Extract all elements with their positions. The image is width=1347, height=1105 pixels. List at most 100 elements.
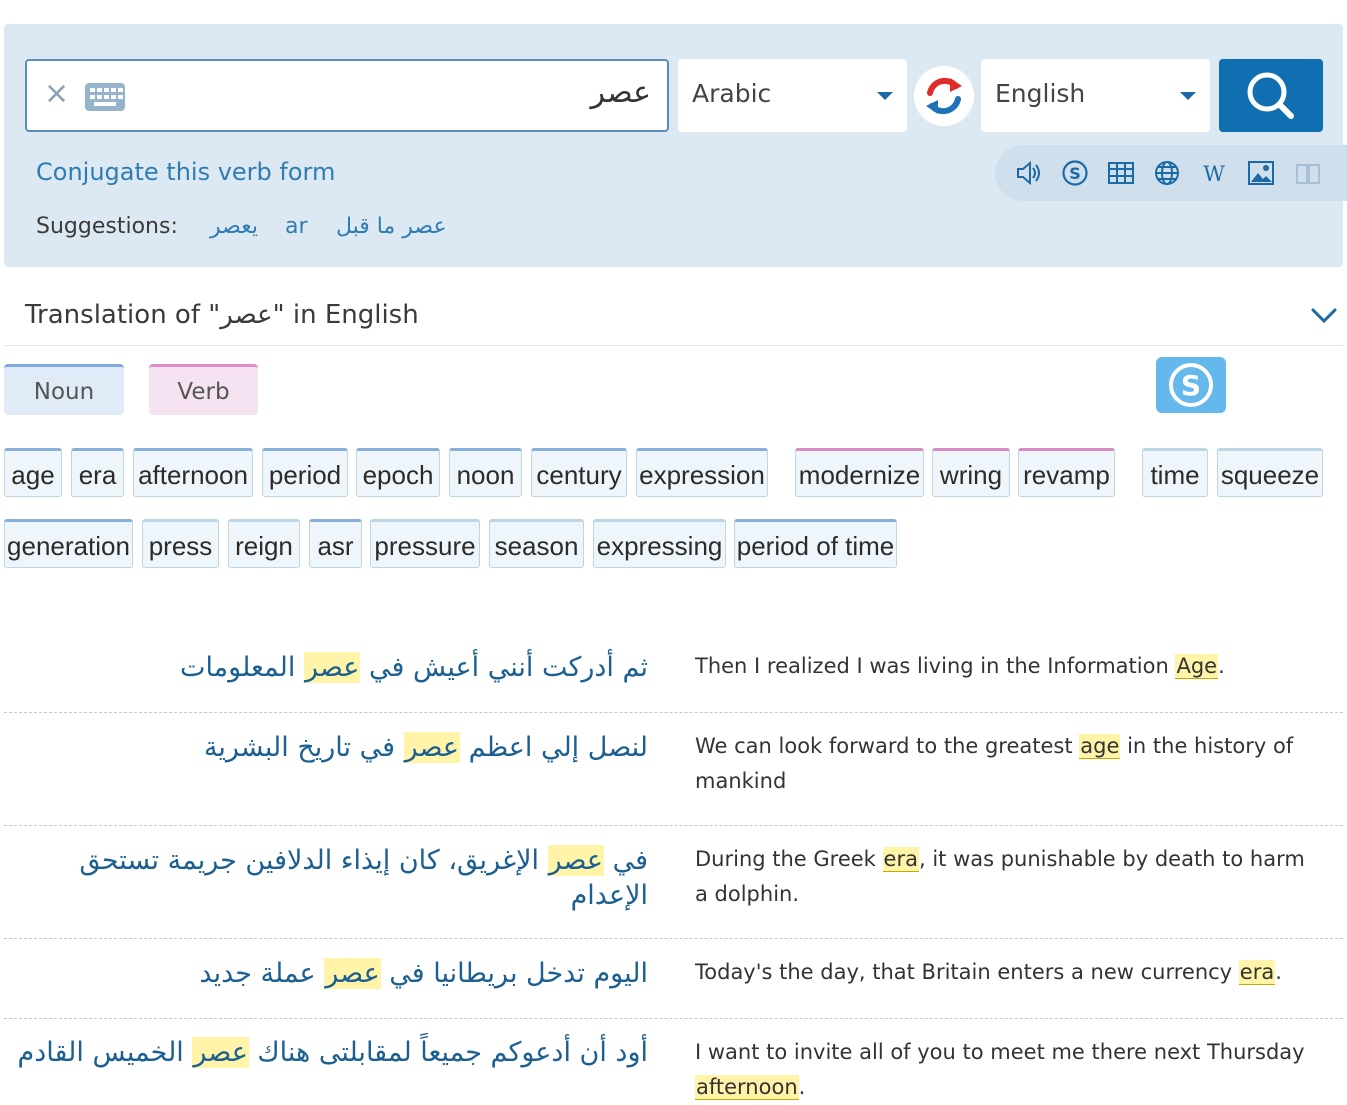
synonyms-button[interactable]: S xyxy=(1156,357,1226,413)
svg-text:S: S xyxy=(1069,164,1081,183)
example-source: ثم أدركت أنني أعيش في عصر المعلومات xyxy=(8,650,648,685)
example-target: Then I realized I was living in the Info… xyxy=(695,649,1320,684)
example-source-text: في تاريخ البشرية xyxy=(203,732,404,763)
translation-chip[interactable]: age xyxy=(4,448,62,497)
swap-icon xyxy=(926,77,962,115)
keyboard-icon[interactable] xyxy=(85,83,125,111)
example-source-text: في xyxy=(604,845,648,876)
translation-chip[interactable]: time xyxy=(1142,448,1208,497)
example-source: في عصر الإغريق، كان إيذاء الدلافين جريمة… xyxy=(8,843,648,913)
suggestion-link[interactable]: عصر ما قبل xyxy=(336,214,447,239)
example-target: During the Greek era, it was punishable … xyxy=(695,842,1320,912)
example-target: We can look forward to the greatest age … xyxy=(695,729,1320,799)
synonyms-icon[interactable]: S xyxy=(1061,159,1089,187)
example-target-text: Then I realized I was living in the Info… xyxy=(695,654,1176,678)
example-source: لنصل إلي اعظم عصر في تاريخ البشرية xyxy=(8,730,648,765)
globe-icon[interactable] xyxy=(1153,159,1181,187)
collapse-chevron-icon[interactable] xyxy=(1310,305,1338,325)
example-target: Today's the day, that Britain enters a n… xyxy=(695,955,1320,990)
example-source-text: لنصل إلي اعظم xyxy=(460,732,648,763)
translation-chip[interactable]: squeeze xyxy=(1217,448,1323,497)
speaker-icon[interactable] xyxy=(1014,159,1042,187)
image-icon[interactable] xyxy=(1247,159,1275,187)
translation-chip[interactable]: century xyxy=(531,448,627,497)
book-icon[interactable] xyxy=(1294,159,1322,187)
svg-text:W: W xyxy=(1203,162,1225,186)
example-target-text: . xyxy=(1218,654,1225,678)
translation-heading-word: عصر xyxy=(220,300,273,330)
example-source-text: عملة جديد xyxy=(199,958,325,989)
search-button[interactable] xyxy=(1219,59,1323,132)
example-source-highlight: عصر xyxy=(324,958,381,989)
translation-chip[interactable]: asr xyxy=(309,519,362,568)
dictionary-toolbar: S W xyxy=(995,145,1347,201)
chevron-down-icon xyxy=(1180,92,1196,100)
translation-chip[interactable]: pressure xyxy=(370,519,480,568)
translation-heading-suffix: " in English xyxy=(272,300,419,330)
pos-tab-verb[interactable]: Verb xyxy=(149,364,258,415)
source-language-select[interactable]: Arabic xyxy=(678,59,907,132)
svg-text:S: S xyxy=(1181,369,1201,402)
example-source-text: ثم أدركت أنني أعيش في xyxy=(360,652,648,683)
translation-chip[interactable]: expression xyxy=(636,448,768,497)
wikipedia-icon[interactable]: W xyxy=(1200,159,1228,187)
pos-tab-noun[interactable]: Noun xyxy=(4,364,124,415)
example-source-highlight: عصر xyxy=(192,1037,249,1068)
example-target-highlight: Age xyxy=(1175,654,1219,679)
divider xyxy=(4,345,1343,346)
example-target-text: During the Greek xyxy=(695,847,883,871)
example-target-text: Today's the day, that Britain enters a n… xyxy=(695,960,1239,984)
translation-chip[interactable]: press xyxy=(142,519,219,568)
example-source-highlight: عصر xyxy=(403,732,461,763)
example-source-text: الخميس القادم xyxy=(17,1037,193,1068)
swap-languages-button[interactable] xyxy=(914,66,974,126)
translation-heading-prefix: Translation of " xyxy=(25,300,221,330)
example-target-text: . xyxy=(798,1075,806,1099)
example-source-highlight: عصر xyxy=(303,652,361,683)
translation-heading: Translation of "عصر" in English xyxy=(25,300,419,330)
translation-chip-verb[interactable]: revamp xyxy=(1018,448,1115,497)
suggestions: Suggestions: يعصر ar عصر ما قبل xyxy=(36,214,447,239)
suggestions-label: Suggestions: xyxy=(36,214,178,239)
synonyms-icon: S xyxy=(1169,363,1213,407)
source-language-label: Arabic xyxy=(692,79,772,108)
clear-icon[interactable]: × xyxy=(44,79,69,109)
example-target-text: . xyxy=(1275,960,1282,984)
example-target-highlight: era xyxy=(1238,960,1276,985)
example-row: في عصر الإغريق، كان إيذاء الدلافين جريمة… xyxy=(4,826,1343,939)
search-icon xyxy=(1247,72,1294,119)
example-target-highlight: era xyxy=(882,847,919,872)
translation-chip[interactable]: reign xyxy=(228,519,300,568)
example-source-text: أود أن أدعوكم جميعاً لمقابلتى هناك xyxy=(248,1037,648,1068)
example-row: أود أن أدعوكم جميعاً لمقابلتى هناك عصر ا… xyxy=(4,1019,1343,1102)
translation-chip[interactable]: epoch xyxy=(356,448,440,497)
search-input[interactable]: × عصر xyxy=(25,59,669,132)
example-row: اليوم تدخل بريطانيا في عصر عملة جديد Tod… xyxy=(4,939,1343,1019)
example-source: أود أن أدعوكم جميعاً لمقابلتى هناك عصر ا… xyxy=(8,1035,648,1070)
translation-chip[interactable]: season xyxy=(489,519,584,568)
target-language-select[interactable]: English xyxy=(981,59,1210,132)
search-input-value[interactable]: عصر xyxy=(591,75,651,110)
example-row: لنصل إلي اعظم عصر في تاريخ البشرية We ca… xyxy=(4,713,1343,826)
translation-chip[interactable]: expressing xyxy=(593,519,726,568)
translation-chip[interactable]: noon xyxy=(449,448,522,497)
example-source-text: اليوم تدخل بريطانيا في xyxy=(380,958,648,989)
example-source-text: المعلومات xyxy=(180,652,304,683)
example-target-highlight: afternoon xyxy=(695,1075,799,1100)
conjugation-table-icon[interactable] xyxy=(1107,159,1135,187)
translation-chip-verb[interactable]: wring xyxy=(932,448,1010,497)
translation-chip[interactable]: generation xyxy=(4,519,133,568)
translation-chip-verb[interactable]: modernize xyxy=(795,448,924,497)
translation-chip[interactable]: period xyxy=(262,448,348,497)
example-target-text: I want to invite all of you to meet me t… xyxy=(695,1040,1305,1064)
example-source: اليوم تدخل بريطانيا في عصر عملة جديد xyxy=(8,956,648,991)
translation-chip[interactable]: period of time xyxy=(734,519,897,568)
suggestion-link[interactable]: ar xyxy=(285,214,308,239)
translation-chip[interactable]: afternoon xyxy=(133,448,253,497)
suggestion-link[interactable]: يعصر xyxy=(210,214,258,239)
example-target-highlight: age xyxy=(1079,734,1121,759)
example-row: ثم أدركت أنني أعيش في عصر المعلومات Then… xyxy=(4,634,1343,713)
conjugate-link[interactable]: Conjugate this verb form xyxy=(36,158,335,186)
translation-chip[interactable]: era xyxy=(71,448,124,497)
target-language-label: English xyxy=(995,79,1086,108)
